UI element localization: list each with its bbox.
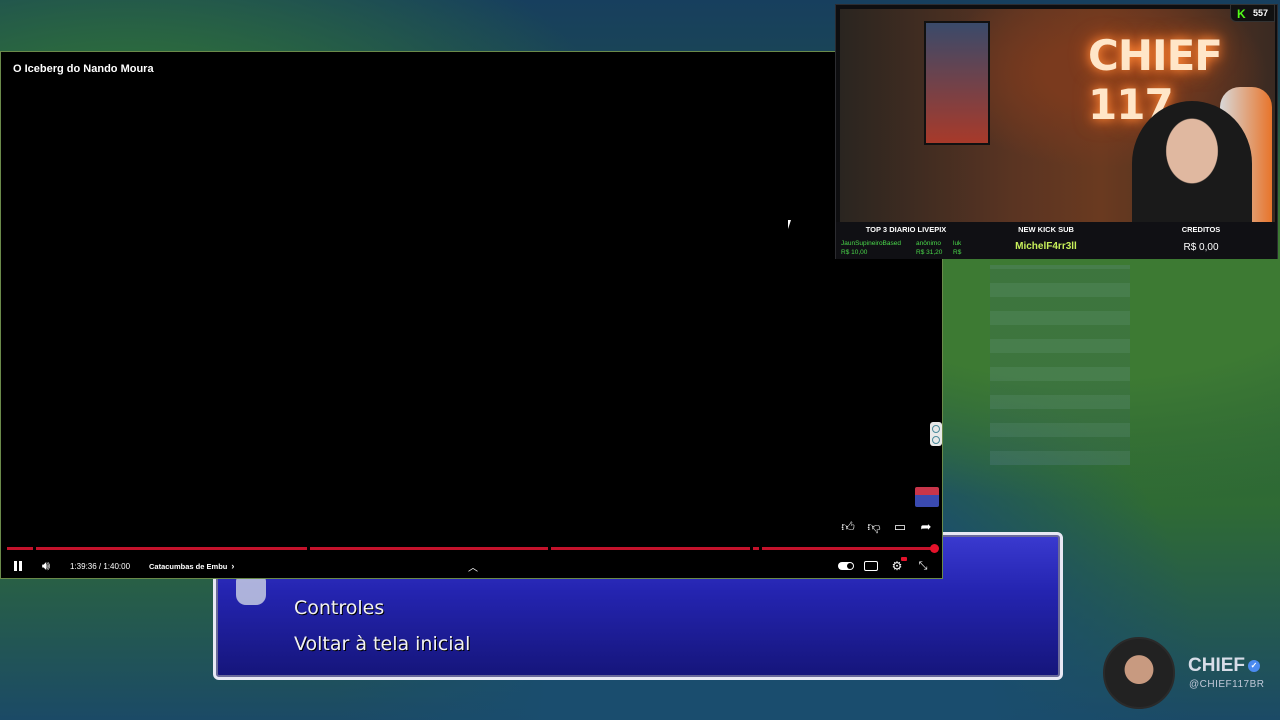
- webcam-overlay: CHIEF 117 K 557 TOP 3 DIARIO LIVEPIX Jau…: [835, 4, 1278, 259]
- comment-icon[interactable]: ▭: [891, 518, 909, 536]
- settings-gear-icon[interactable]: ⚙: [889, 555, 907, 577]
- chapter-label: Catacumbas de Embu: [149, 561, 228, 571]
- autoplay-toggle[interactable]: [837, 555, 855, 577]
- credits-header: CREDITOS: [1181, 225, 1221, 234]
- video-title: O Iceberg do Nando Moura: [13, 63, 154, 75]
- sub-header: NEW KICK SUB: [1018, 225, 1074, 234]
- webcam-feed: CHIEF 117: [840, 9, 1275, 222]
- subtitles-icon[interactable]: [863, 555, 879, 577]
- video-actions: 👍︎ 👎︎ ▭ ➦: [839, 518, 935, 536]
- share-icon[interactable]: ➦: [917, 518, 935, 536]
- game-map-tile: [990, 265, 1130, 465]
- mouse-cursor-icon: [788, 220, 791, 229]
- verified-icon: ✓: [1248, 659, 1260, 672]
- sub-name: MichelF4rr3ll: [1015, 241, 1077, 252]
- livepix-header: TOP 3 DIARIO LIVEPIX: [865, 225, 947, 234]
- wall-poster: [924, 21, 990, 145]
- chevron-right-icon: ›: [231, 561, 235, 571]
- menu-item-voltar[interactable]: Voltar à tela inicial: [294, 633, 470, 655]
- livepix-amount: R$ 10,00: [841, 249, 868, 256]
- viewer-count: K 557: [1229, 4, 1275, 22]
- side-extension-icon[interactable]: [930, 422, 942, 446]
- livepix-amount: R$: [953, 249, 962, 256]
- chevron-up-icon[interactable]: ︿: [465, 555, 481, 577]
- brand-name: CHIEF ✓: [1188, 655, 1260, 677]
- livepix-section: TOP 3 DIARIO LIVEPIX JaunSupineiroBased …: [836, 222, 976, 259]
- credits-value: R$ 0,00: [1183, 242, 1219, 253]
- progress-scrubber[interactable]: [930, 544, 939, 553]
- livepix-name: luk: [953, 240, 962, 247]
- brand-name-text: CHIEF: [1188, 655, 1245, 676]
- like-icon[interactable]: 👍︎: [839, 518, 857, 536]
- kick-logo-icon: K: [1236, 7, 1246, 21]
- streamer-avatar: [1103, 637, 1175, 709]
- player-controls: 🔊︎ 1:39:36 / 1:40:00 Catacumbas de Embu …: [1, 555, 942, 577]
- time-display: 1:39:36 / 1:40:00: [70, 561, 131, 571]
- livepix-amount: R$ 31,20: [916, 249, 943, 256]
- viewer-count-value: 557: [1252, 8, 1268, 18]
- pause-icon[interactable]: [11, 555, 25, 577]
- menu-item-controles[interactable]: Controles: [294, 597, 384, 619]
- channel-watermark-icon[interactable]: [915, 487, 939, 507]
- brand-handle: @CHIEF117BR: [1189, 679, 1265, 690]
- chapter-title[interactable]: Catacumbas de Embu ›: [149, 555, 234, 577]
- livepix-name: JaunSupineiroBased: [841, 240, 901, 247]
- dislike-icon[interactable]: 👎︎: [865, 518, 883, 536]
- video-player[interactable]: O Iceberg do Nando Moura 👍︎ 👎︎ ▭ ➦ 🔊︎ 1:…: [0, 51, 943, 579]
- streamer: [1132, 101, 1252, 222]
- credits-section: CREDITOS R$ 0,00: [1126, 222, 1276, 259]
- stream-info-bar: TOP 3 DIARIO LIVEPIX JaunSupineiroBased …: [836, 222, 1277, 259]
- hd-badge: [901, 557, 907, 561]
- livepix-name: anônimo: [916, 240, 941, 247]
- progress-bar[interactable]: [7, 547, 937, 550]
- menu-cursor-sprite: [236, 577, 266, 605]
- exit-fullscreen-icon[interactable]: ⤡: [915, 555, 931, 577]
- volume-icon[interactable]: 🔊︎: [37, 555, 55, 577]
- kick-sub-section: NEW KICK SUB MichelF4rr3ll: [976, 222, 1116, 259]
